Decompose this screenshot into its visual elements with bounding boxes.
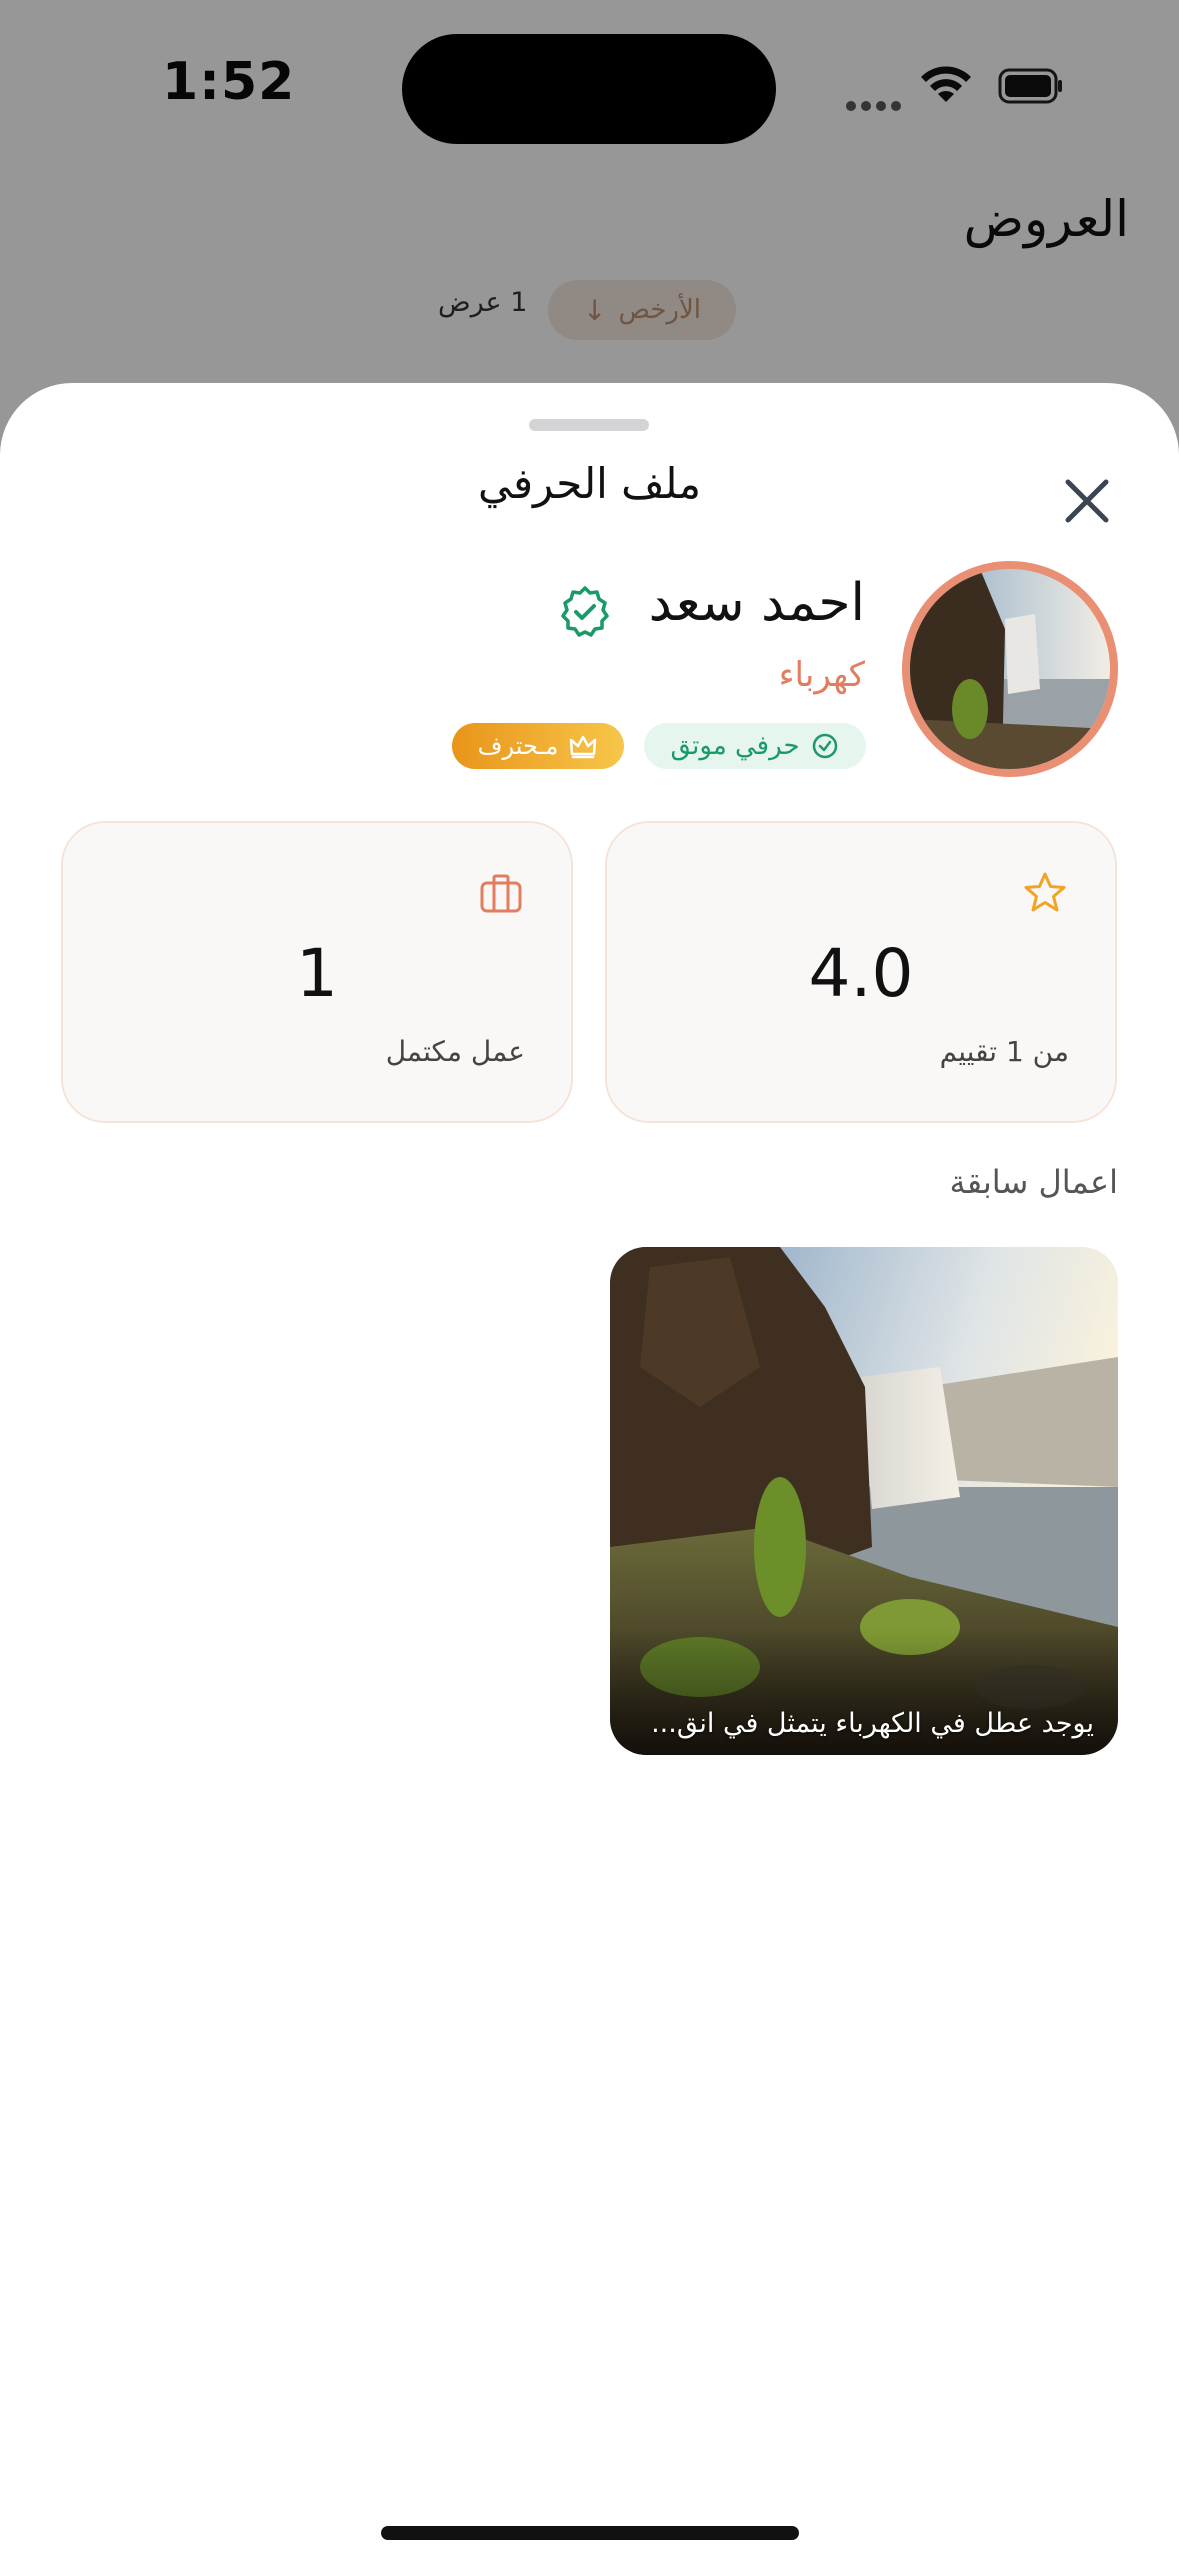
sheet-grabber[interactable] [529,419,649,431]
previous-work-caption: يوجد عطل في الكهرباء يتمثل في انق... [651,1708,1094,1739]
craftsman-profile-sheet: ملف الحرفي احمد سعد كهرباء حرفي موتق مـح… [0,383,1179,2556]
check-circle-icon [812,733,837,759]
avatar-photo [910,569,1110,769]
previous-works-title: اعمال سابقة [949,1163,1118,1201]
star-icon [1024,872,1066,912]
verified-check-icon [561,586,609,637]
crown-icon [570,735,597,759]
previous-work-item[interactable]: يوجد عطل في الكهرباء يتمثل في انق... [610,1247,1118,1755]
completed-jobs-value: 1 [296,935,338,1012]
rating-caption: من 1 تقييم [939,1035,1069,1068]
home-indicator[interactable] [381,2526,799,2540]
pro-badge-label: مـحترف [477,732,559,760]
pro-badge: مـحترف [452,723,624,769]
trusted-badge-label: حرفي موتق [670,731,800,761]
previous-work-photo [610,1247,1118,1755]
rating-value: 4.0 [808,935,914,1012]
avatar [902,561,1118,777]
rating-card: 4.0 من 1 تقييم [605,821,1117,1123]
craftsman-category: كهرباء [778,655,865,695]
close-icon[interactable] [1057,471,1117,531]
briefcase-icon [480,874,522,913]
sheet-title: ملف الحرفي [477,459,702,508]
completed-jobs-caption: عمل مكتمل [385,1035,525,1068]
completed-jobs-card: 1 عمل مكتمل [61,821,573,1123]
craftsman-name: احمد سعد [648,573,865,633]
trusted-badge: حرفي موتق [644,723,866,769]
